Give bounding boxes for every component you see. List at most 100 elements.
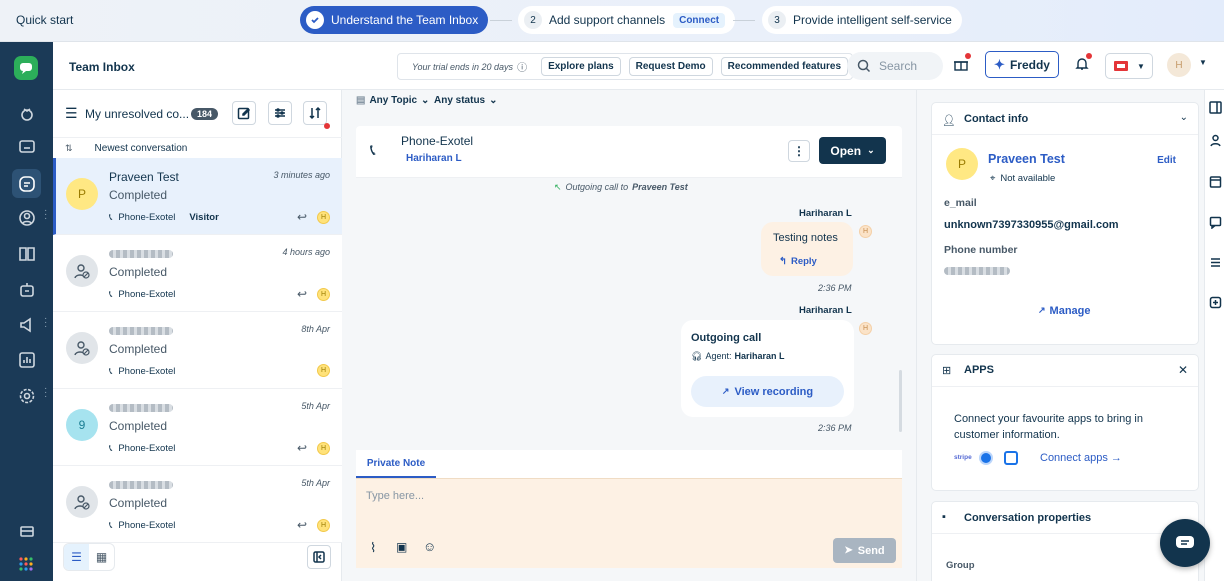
bot-icon[interactable] [12, 99, 41, 128]
notifications-bell-icon[interactable] [1074, 53, 1092, 72]
note-editor[interactable]: Type here... ⌇ ▣ ☺ ➤ Send [356, 478, 902, 568]
step-self-service[interactable]: 3 Provide intelligent self-service [762, 6, 962, 34]
conversation-item[interactable]: 9 Completed 5th Apr 📞︎ Phone-Exotel ↩ H [53, 389, 342, 466]
view-selector[interactable]: My unresolved co... [85, 107, 189, 121]
conversation-status: Completed [109, 342, 168, 356]
more-options-button[interactable]: ⋮ [788, 140, 810, 162]
freddy-icon: ✦ [994, 56, 1005, 72]
reply-icon: ↩ [296, 287, 307, 301]
compose-placeholder: Type here... [366, 490, 425, 502]
right-icon-strip [1204, 90, 1224, 581]
filter-button[interactable] [268, 101, 292, 125]
phone-icon: 📞︎ [370, 142, 376, 159]
bot-builder-icon[interactable] [12, 275, 41, 304]
compose-button[interactable] [232, 101, 256, 125]
sidebar-toggle-icon[interactable] [1209, 101, 1222, 114]
top-header: Team Inbox Your trial ends in 20 days ⓘ … [53, 42, 1224, 90]
gift-icon[interactable] [953, 53, 971, 72]
email-label: e_mail [944, 197, 977, 209]
stripe-logo-icon[interactable]: stripe [954, 454, 972, 461]
sliders-icon[interactable] [1209, 256, 1222, 269]
availability-dropdown[interactable]: ▼ [1105, 53, 1153, 79]
support-chat-button[interactable] [1160, 519, 1210, 567]
settings-icon[interactable] [12, 381, 41, 410]
explore-plans-button[interactable]: Explore plans [541, 57, 621, 76]
chevron-down-icon[interactable]: ▼ [1199, 58, 1207, 67]
conversation-meta: ↩ H [297, 287, 330, 301]
agent-avatar: H [859, 322, 872, 335]
chevron-down-icon[interactable]: ⌄ [1180, 112, 1188, 123]
connect-badge[interactable]: Connect [673, 12, 726, 28]
status-dropdown-button[interactable]: Open ⌄ [819, 137, 886, 164]
conversation-time: 3 minutes ago [273, 170, 330, 180]
close-icon[interactable]: ✕ [1178, 363, 1188, 377]
reports-icon[interactable] [12, 345, 41, 374]
status-filter[interactable]: Any status ⌄ [434, 95, 498, 106]
right-sidebar: 👤︎ Contact info ⌄ P Praveen Test Edit ⌖ … [916, 90, 1204, 581]
send-button[interactable]: ➤ Send [833, 538, 896, 563]
teamviewer-icon[interactable] [1004, 451, 1018, 465]
reply-link[interactable]: ↰ Reply [779, 256, 817, 267]
knowledge-base-icon[interactable] [12, 239, 41, 268]
chat-bubble-icon[interactable] [1209, 216, 1222, 230]
calendar-icon[interactable] [1209, 175, 1222, 188]
contact-name[interactable]: Praveen Test [988, 152, 1065, 166]
kebab-icon: ⋮ [793, 144, 805, 158]
attachment-icon[interactable]: ⌇ [370, 540, 376, 556]
channel-info: 📞︎ Phone-Exotel [109, 443, 175, 454]
freddy-label: Freddy [1009, 57, 1050, 72]
conversation-item[interactable]: Completed 8th Apr 📞︎ Phone-Exotel H [53, 312, 342, 389]
email-value[interactable]: unknown7397330955@gmail.com [944, 219, 1119, 231]
sort-bar[interactable]: ⇅ Newest conversation [53, 138, 342, 158]
conversation-item[interactable]: Completed 5th Apr 📞︎ Phone-Exotel ↩ H [53, 466, 342, 543]
connect-apps-link[interactable]: Connect apps → [1040, 452, 1122, 464]
table-view-icon[interactable]: ▦ [89, 544, 114, 570]
inbox-icon[interactable] [12, 169, 41, 198]
apps-description: Connect your favourite apps to bring in … [954, 413, 1143, 441]
step-add-channels[interactable]: 2 Add support channels Connect [518, 6, 736, 34]
contact-info-card: 👤︎ Contact info ⌄ P Praveen Test Edit ⌖ … [931, 102, 1199, 345]
conversation-item[interactable]: Completed 4 hours ago 📞︎ Phone-Exotel ↩ … [53, 235, 342, 312]
search-input[interactable]: Search [847, 52, 943, 80]
chat-scrollbar[interactable] [899, 370, 902, 432]
image-icon[interactable]: ▣ [396, 540, 407, 554]
view-recording-button[interactable]: ↗ View recording [691, 376, 844, 407]
campaigns-icon[interactable] [12, 310, 41, 339]
contact-avatar: P [946, 148, 978, 180]
document-icon: ▤ [356, 95, 366, 106]
email-icon[interactable] [12, 516, 41, 545]
freddy-button[interactable]: ✦ Freddy [985, 51, 1059, 78]
request-demo-button[interactable]: Request Demo [628, 57, 713, 76]
add-icon[interactable] [1209, 296, 1222, 309]
info-icon[interactable]: ⓘ [517, 59, 527, 74]
app-logo-icon[interactable] [14, 56, 38, 80]
manage-link[interactable]: ↗ Manage [1038, 305, 1091, 317]
contacts-icon[interactable] [12, 203, 41, 232]
recommended-features-button[interactable]: Recommended features [720, 57, 849, 76]
more-dots-icon[interactable]: · · · [44, 206, 48, 224]
agent-avatar: H [859, 225, 872, 238]
step2-label: Add support channels [549, 13, 666, 27]
sort-icon [309, 106, 321, 120]
edit-contact-link[interactable]: Edit [1157, 155, 1176, 166]
step-understand-inbox[interactable]: Understand the Team Inbox [300, 6, 489, 34]
message-author: Hariharan L [799, 305, 852, 316]
contact-icon[interactable] [1209, 134, 1222, 147]
conversations-icon[interactable] [12, 132, 41, 161]
app-switcher-icon[interactable] [18, 556, 34, 572]
app-logo-icon[interactable] [979, 451, 993, 465]
more-dots-icon[interactable]: · · · [44, 314, 48, 332]
user-avatar[interactable]: H [1167, 53, 1191, 77]
emoji-icon[interactable]: ☺ [423, 539, 436, 554]
call-agent: 🎧︎ Agent: Hariharan L [691, 351, 784, 362]
private-note-tab[interactable]: Private Note [356, 450, 436, 478]
more-dots-icon[interactable]: · · · [44, 384, 48, 402]
collapse-panel-button[interactable] [307, 545, 331, 569]
menu-icon[interactable]: ☰ [65, 105, 78, 122]
sort-button[interactable] [303, 101, 330, 129]
assignee-link[interactable]: Hariharan L [406, 153, 462, 164]
topic-filter[interactable]: ▤ Any Topic ⌄ [356, 95, 429, 106]
channel-info: 📞︎ Phone-Exotel [109, 520, 175, 531]
list-view-icon[interactable]: ☰ [64, 544, 89, 570]
conversation-item[interactable]: P Praveen Test Completed 3 minutes ago 📞… [53, 158, 342, 235]
